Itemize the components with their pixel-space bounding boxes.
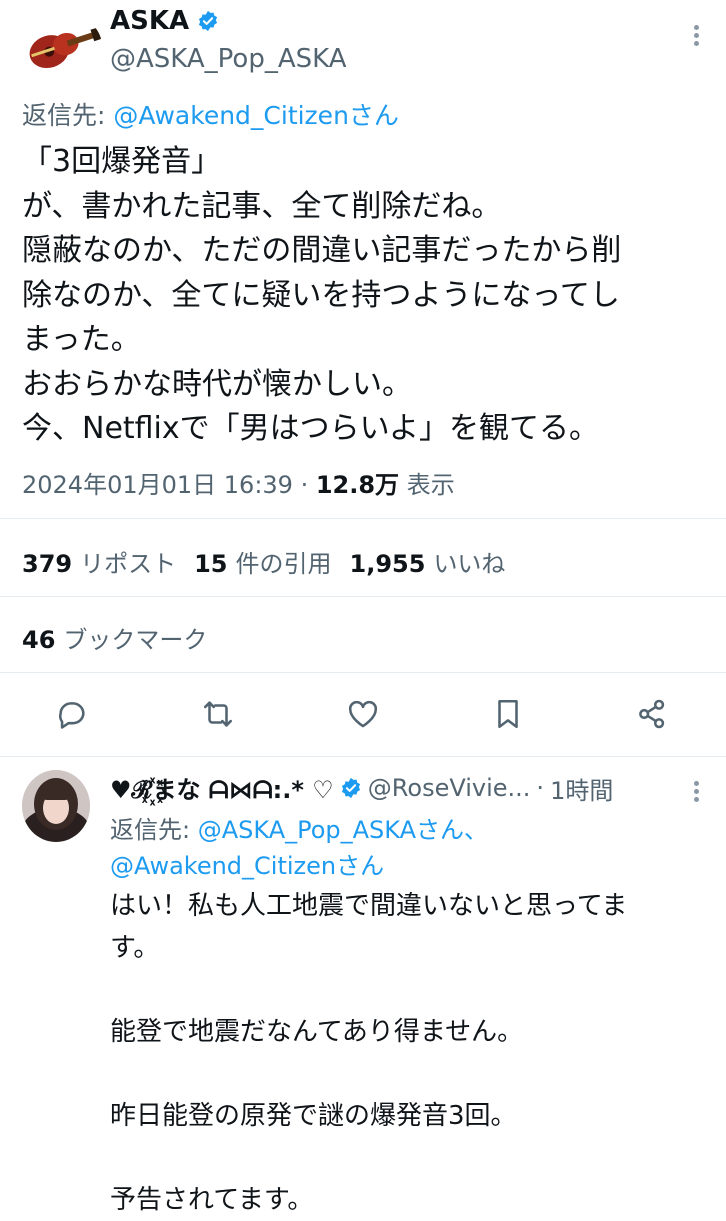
reply-author-handle[interactable]: @RoseVivie... [368,774,531,802]
bookmarks-stat[interactable]: 46 ブックマーク [22,620,207,655]
bookmarks-label: ブックマーク [63,626,208,654]
engagement-stats: 379 リポスト 15 件の引用 1,955 いいね [22,544,505,579]
likes-count: 1,955 [349,550,426,578]
verified-badge-icon [341,777,360,799]
action-bar [0,694,726,738]
reply-to-handle-link[interactable]: @Awakend_Citizenさん [110,852,384,880]
bookmark-icon[interactable] [488,694,528,734]
author-handle[interactable]: @ASKA_Pop_ASKA [110,44,347,74]
tweet-text: 「3回爆発音」 が、書かれた記事、全て削除だね。 隠蔽なのか、ただの間違い記事だ… [22,144,622,446]
views-count: 12.8万 [315,471,400,499]
author-name-text[interactable]: ASKA [110,6,189,36]
reply-icon[interactable] [52,694,92,734]
reply-to-handle-link[interactable]: @ASKA_Pop_ASKAさん、 [198,816,488,844]
reply-author-avatar[interactable] [22,770,90,842]
likes-stat[interactable]: 1,955 いいね [350,544,506,579]
likes-label: いいね [433,550,506,578]
like-icon[interactable] [343,694,383,734]
reply-text: はい！私も人工地震で間違いないと思ってま す。 能登で地震だなんてあり得ません。… [110,891,628,1215]
quotes-label: 件の引用 [235,550,332,578]
reply-reply-to-line: 返信先: @ASKA_Pop_ASKAさん、 @Awakend_Citizenさん [110,812,690,884]
author-avatar[interactable] [18,12,102,80]
reply-to-prefix: 返信先: [22,101,114,130]
tweet-meta: 2024年01月01日 16:39 · 12.8万 表示 [22,465,455,500]
quotes-stat[interactable]: 15 件の引用 [194,544,331,579]
verified-badge-icon [199,10,218,32]
reply-author-name[interactable]: ♥ℛ꙰まな ᗩ⋈ᗩ:.* ♡ [110,770,334,806]
reposts-stat[interactable]: 379 リポスト [22,544,176,579]
reply-author-line: ♥ℛ꙰まな ᗩ⋈ᗩ:.* ♡ @RoseVivie... · 1時間 [110,770,613,806]
views-label: 表示 [406,471,455,499]
reply-separator: · [536,774,545,802]
reposts-count: 379 [22,550,73,578]
more-options-icon[interactable] [694,778,702,805]
meta-separator: · [292,471,316,499]
divider [0,596,726,597]
retweet-icon[interactable] [198,694,238,734]
reply-to-handle-link[interactable]: @Awakend_Citizenさん [113,101,399,130]
reposts-label: リポスト [80,550,177,578]
reply-reply-to-prefix: 返信先: [110,816,198,844]
divider [0,518,726,519]
reply-time[interactable]: 1時間 [550,771,613,806]
author-name[interactable]: ASKA [110,6,219,36]
timestamp[interactable]: 2024年01月01日 16:39 [22,471,293,499]
reply-to-line: 返信先: @Awakend_Citizenさん [22,96,399,132]
more-options-icon[interactable] [694,22,702,49]
bookmarks-count: 46 [22,626,56,654]
quotes-count: 15 [194,550,228,578]
divider [0,672,726,673]
share-icon[interactable] [632,694,672,734]
divider [0,756,726,757]
